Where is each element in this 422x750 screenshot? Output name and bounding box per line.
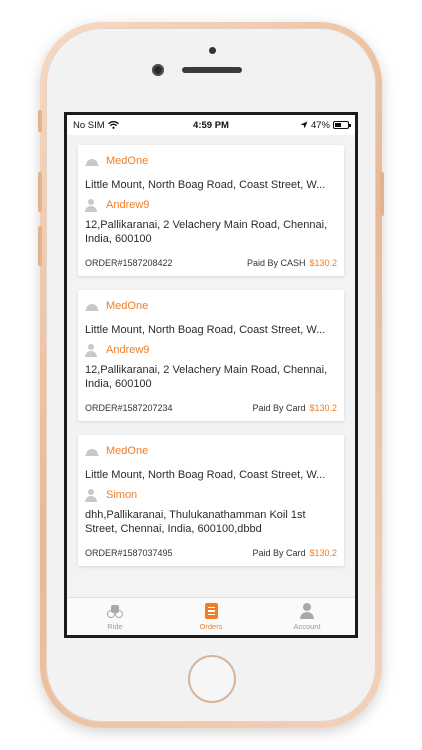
order-card[interactable]: MedOne Little Mount, North Boag Road, Co… xyxy=(78,290,344,421)
home-button[interactable] xyxy=(188,655,236,703)
payment-method: Paid By Card xyxy=(252,548,306,558)
customer-row: Andrew9 xyxy=(85,197,337,213)
order-id: ORDER#1587207234 xyxy=(85,403,173,413)
ride-icon xyxy=(107,603,123,619)
drop-address: 12,Pallikaranai, 2 Velachery Main Road, … xyxy=(85,364,328,390)
status-left: No SIM xyxy=(73,120,119,131)
pickup-address: Little Mount, North Boag Road, Coast Str… xyxy=(85,469,326,481)
tab-label: Account xyxy=(293,621,321,631)
customer-name: Andrew9 xyxy=(106,199,150,211)
store-row: MedOne xyxy=(85,153,337,169)
tab-orders[interactable]: Orders xyxy=(163,598,259,635)
tab-bar: Ride Orders Account xyxy=(67,597,355,635)
user-icon xyxy=(85,488,97,502)
order-footer: ORDER#1587207234 Paid By Card $130.2 xyxy=(85,403,337,413)
order-card[interactable]: MedOne Little Mount, North Boag Road, Co… xyxy=(78,145,344,276)
customer-row: Andrew9 xyxy=(85,342,337,358)
order-amount: $130.2 xyxy=(309,258,337,268)
order-id: ORDER#1587037495 xyxy=(85,548,173,558)
status-right: 47% xyxy=(300,119,351,131)
order-card[interactable]: MedOne Little Mount, North Boag Road, Co… xyxy=(78,435,344,566)
store-row: MedOne xyxy=(85,298,337,314)
order-amount: $130.2 xyxy=(309,548,337,558)
user-icon xyxy=(85,198,97,212)
order-id: ORDER#1587208422 xyxy=(85,258,173,268)
front-camera xyxy=(152,64,164,76)
order-list[interactable]: MedOne Little Mount, North Boag Road, Co… xyxy=(67,135,355,597)
customer-name: Simon xyxy=(106,489,138,501)
drop-address: dhh,Pallikaranai, Thulukanathamman Koil … xyxy=(85,509,306,535)
location-arrow-icon xyxy=(300,121,308,129)
pickup-address: Little Mount, North Boag Road, Coast Str… xyxy=(85,324,326,336)
tab-label: Ride xyxy=(107,621,123,631)
wifi-icon xyxy=(107,121,119,129)
orders-icon xyxy=(204,602,218,619)
user-icon xyxy=(85,343,97,357)
tab-account[interactable]: Account xyxy=(259,598,355,635)
account-icon xyxy=(299,602,315,619)
payment-method: Paid By Card xyxy=(252,403,306,413)
customer-row: Simon xyxy=(85,487,337,503)
battery-percent: 47% xyxy=(310,119,330,131)
tab-ride[interactable]: Ride xyxy=(67,598,163,635)
customer-name: Andrew9 xyxy=(106,344,150,356)
store-icon xyxy=(85,446,99,456)
app-screen: No SIM 4:59 PM 47% MedOne Little Mount, … xyxy=(64,112,358,638)
store-row: MedOne xyxy=(85,443,337,459)
store-name: MedOne xyxy=(106,155,149,167)
payment-method: Paid By CASH xyxy=(246,258,306,268)
store-icon xyxy=(85,301,99,311)
mute-switch xyxy=(38,110,42,132)
volume-down-button xyxy=(38,226,42,266)
volume-up-button xyxy=(38,172,42,212)
order-amount: $130.2 xyxy=(309,403,337,413)
store-icon xyxy=(85,156,99,166)
pickup-address: Little Mount, North Boag Road, Coast Str… xyxy=(85,179,326,191)
status-bar: No SIM 4:59 PM 47% xyxy=(67,115,355,135)
store-name: MedOne xyxy=(106,445,149,457)
store-name: MedOne xyxy=(106,300,149,312)
carrier-label: No SIM xyxy=(73,119,105,131)
drop-address: 12,Pallikaranai, 2 Velachery Main Road, … xyxy=(85,219,328,245)
earpiece-speaker xyxy=(182,67,242,73)
battery-icon xyxy=(333,121,351,129)
power-button xyxy=(380,172,384,216)
tab-label: Orders xyxy=(199,621,223,631)
battery-level xyxy=(335,123,341,127)
order-footer: ORDER#1587208422 Paid By CASH $130.2 xyxy=(85,258,337,268)
proximity-sensor xyxy=(209,47,216,54)
order-footer: ORDER#1587037495 Paid By Card $130.2 xyxy=(85,548,337,558)
